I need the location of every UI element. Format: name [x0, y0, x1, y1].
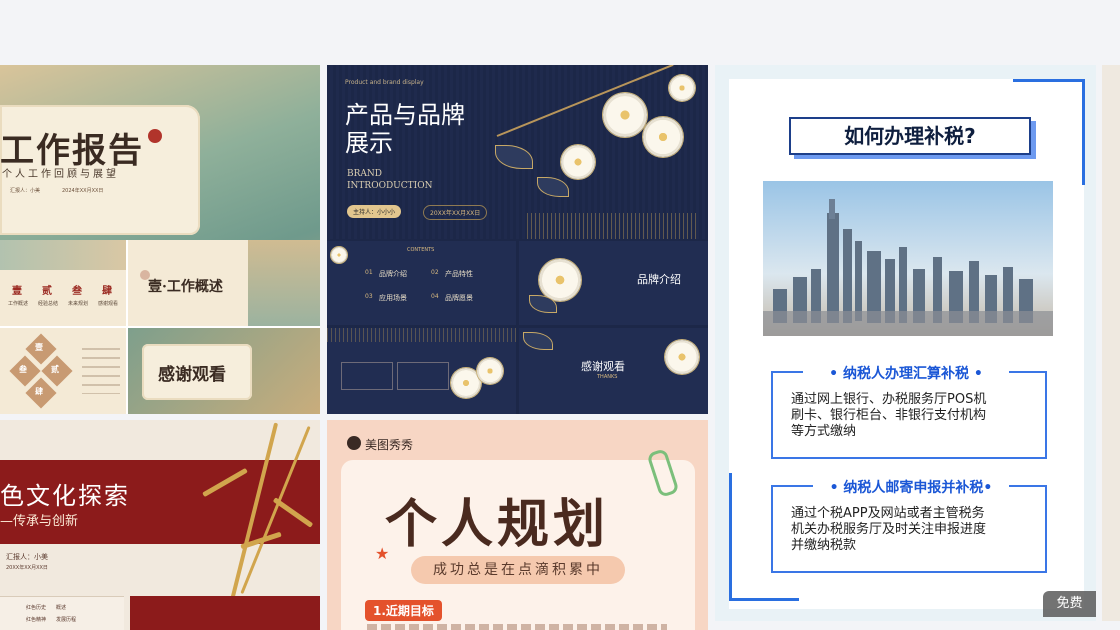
frame-line-top: [1013, 79, 1085, 82]
brand-intro-title: 品牌介绍: [637, 273, 681, 286]
leaf-decoration: [523, 332, 553, 350]
contents-item-label: 工作概述: [8, 301, 29, 307]
section-text-line: 通过网上银行、办税服务厅POS机: [791, 392, 987, 407]
presenter-pill: 主持人：小小小: [347, 205, 402, 218]
contents-num: 01: [365, 269, 373, 276]
section-text-line: 机关办税服务厅及时关注申报进度: [791, 522, 987, 537]
section-heading: • 纳税人邮寄申报并补税•: [813, 477, 1009, 497]
hero-intro: INTROODUCTION: [347, 181, 433, 191]
template-card-red-culture[interactable]: 色文化探索 —传承与创新 汇报人：小美 20XX年XX月XX日 红色历史 红色精…: [0, 420, 320, 630]
thumb-header-bar: [327, 328, 516, 342]
frame-line-bottom: [729, 598, 799, 601]
contents-item: 壹: [12, 286, 22, 297]
card-subtitle: —传承与创新: [0, 514, 79, 529]
template-card-partial[interactable]: [1102, 65, 1120, 621]
contents-item-label: 感谢观看: [98, 301, 119, 307]
flower-icon: [477, 358, 503, 384]
contents-item-label: 未来规划: [68, 301, 89, 307]
thanks-title: 感谢观看: [158, 365, 226, 385]
section-heading: • 纳税人办理汇算补税 •: [803, 363, 1009, 383]
diamond-label: 肆: [35, 387, 43, 396]
hero-date: 2024年XX月XX日: [62, 188, 104, 194]
contents-num: 03: [365, 293, 373, 300]
contents-label-item: 产品特性: [445, 270, 473, 278]
free-badge: 免费: [1043, 591, 1096, 617]
template-card-brand-display[interactable]: Product and brand display 产品与品牌 展示 BRAND…: [327, 65, 708, 414]
section-text-line: 通过个税APP及网站或者主管税务: [791, 506, 985, 521]
contents-label-item: 品牌愿景: [445, 294, 473, 302]
poster-title: 如何办理补税?: [789, 117, 1031, 155]
thumb-contents-art: [0, 240, 126, 270]
thumb-contents: 壹 贰 叁 肆 工作概述 经验总结 未来规划 感谢观看: [0, 240, 128, 328]
thumb-thanks: 感谢观看: [128, 328, 320, 414]
timeline-box: [341, 362, 393, 390]
card-author: 汇报人：小美: [6, 553, 48, 561]
contents-item: 发展历程: [56, 617, 77, 623]
diamond-label: 壹: [35, 343, 43, 352]
card-title: 色文化探索: [0, 482, 130, 510]
hero-tag: Product and brand display: [345, 79, 424, 86]
gold-bars-decoration: [527, 213, 697, 239]
thumb-contents: CONTENTS 01 品牌介绍 02 产品特性 03 应用场景 04 品牌愿景: [327, 241, 516, 325]
contents-label-item: 品牌介绍: [379, 270, 407, 278]
contents-label: CONTENTS: [407, 247, 435, 253]
thumb-contents: [0, 596, 124, 630]
contents-label-item: 应用场景: [379, 294, 407, 302]
contents-item: 红色精神: [26, 617, 47, 623]
timeline-box: [397, 362, 449, 390]
hero-brand: BRAND: [347, 169, 382, 179]
thumb-red: [130, 596, 320, 630]
frame-line-right: [1082, 79, 1085, 185]
flower-icon: [561, 145, 595, 179]
thanks-title: 感谢观看: [581, 360, 625, 373]
hero-subtitle: 个人工作回顾与展望: [2, 169, 119, 180]
city-skyline-photo: [763, 181, 1053, 336]
text-lines: [367, 624, 667, 630]
contents-item: 贰: [42, 286, 52, 297]
flower-icon: [643, 117, 683, 157]
thumb-timeline: [327, 328, 516, 414]
diamond-label: 贰: [51, 365, 59, 374]
diamond-label: 叁: [19, 365, 27, 374]
meitu-logo-icon: [347, 436, 361, 450]
plan-subtitle: 成功总是在点滴积累中: [411, 556, 625, 584]
card-date: 20XX年XX月XX日: [6, 565, 48, 571]
flower-icon: [331, 247, 347, 263]
section-text-line: 并缴纳税款: [791, 538, 857, 553]
contents-item: 肆: [102, 286, 112, 297]
contents-item-label: 经验总结: [38, 301, 59, 307]
flower-icon: [539, 259, 581, 301]
section-text-line: 刷卡、银行柜台、非银行支付机构: [791, 408, 987, 423]
contents-item: 概述: [56, 605, 67, 611]
thumb-overview: 壹·工作概述: [128, 240, 320, 328]
flower-icon: [669, 75, 695, 101]
overview-art: [248, 240, 320, 326]
thanks-en: THANKS: [597, 374, 618, 380]
seal-icon: [148, 129, 162, 143]
template-card-tax-guide[interactable]: 如何办理补税? • 纳税人办理汇算补税 • 通过网上银行、办税服务厅POS机 刷…: [715, 65, 1096, 621]
hero-reporter: 汇报人：小美: [10, 188, 41, 194]
section-text-line: 等方式缴纳: [791, 424, 857, 439]
thumb-diamond: 壹 叁 贰 肆: [0, 328, 128, 414]
contents-num: 04: [431, 293, 439, 300]
hero-date: 20XX年XX月XX日: [423, 205, 488, 220]
hero-title-line2: 展示: [345, 129, 393, 157]
overview-title: 壹·工作概述: [148, 279, 223, 295]
contents-item: 叁: [72, 286, 82, 297]
template-card-personal-plan[interactable]: 美图秀秀 ★ 个人规划 成功总是在点滴积累中 1.近期目标: [327, 420, 708, 630]
flower-icon: [665, 340, 699, 374]
thumb-brand-intro: 品牌介绍: [519, 241, 708, 325]
contents-item: 红色历史: [26, 605, 47, 611]
section-label: 1.近期目标: [365, 600, 442, 621]
plan-title: 个人规划: [385, 494, 610, 555]
text-lines: [82, 348, 120, 394]
thumb-thanks: 感谢观看 THANKS: [519, 328, 708, 414]
contents-num: 02: [431, 269, 439, 276]
template-card-work-report[interactable]: 工作报告 个人工作回顾与展望 汇报人：小美 2024年XX月XX日 壹 贰 叁 …: [0, 65, 320, 414]
brand-name: 美图秀秀: [365, 438, 414, 452]
flower-icon: [603, 93, 647, 137]
frame-line-left: [729, 473, 732, 601]
